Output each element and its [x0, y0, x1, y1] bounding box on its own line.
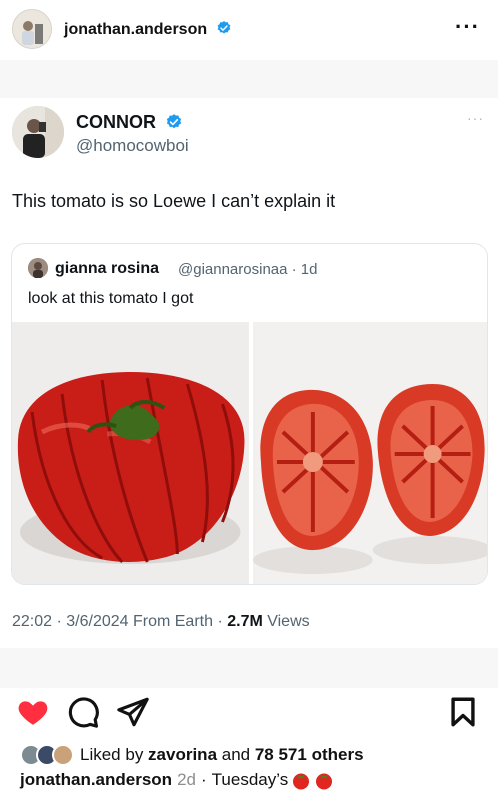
tomato-emoji-icon [316, 773, 333, 790]
quoted-avatar [28, 258, 48, 278]
tomato-whole-photo [12, 322, 249, 584]
tweet-views-label: Views [262, 613, 310, 630]
quoted-images [12, 322, 487, 584]
more-options-icon[interactable]: ··· [455, 14, 480, 40]
quoted-tweet: gianna rosina @giannarosinaa · 1d look a… [11, 243, 488, 585]
tweet-author-name-text: CONNOR [76, 112, 156, 132]
verified-badge-icon [166, 114, 182, 129]
tomato-halves-photo [252, 322, 487, 584]
likes-mid: and [217, 745, 255, 764]
tweet-text: This tomato is so Loewe I can’t explain … [12, 191, 336, 211]
bookmark-icon[interactable] [446, 695, 480, 729]
tweet-author-name: CONNOR [76, 112, 183, 133]
avatar[interactable] [12, 9, 52, 49]
tweet-more-icon: ··· [467, 110, 484, 126]
heart-filled-icon[interactable] [16, 695, 50, 729]
likes-prefix: Liked by [80, 745, 149, 764]
likes-row[interactable]: Liked by zavorina and 78 571 others [20, 742, 364, 768]
caption-separator: · [201, 770, 207, 789]
quoted-author-handle: @giannarosinaa · 1d [178, 261, 318, 278]
liker-avatar [52, 744, 74, 766]
post-image: CONNOR @homocowboi ··· This tomato is so… [0, 60, 498, 688]
send-icon[interactable] [116, 695, 150, 729]
caption-time: 2d [177, 770, 196, 789]
caption-text: Tuesday’s [211, 770, 289, 789]
action-bar [0, 695, 498, 735]
comment-icon[interactable] [66, 695, 100, 729]
post-username[interactable]: jonathan.anderson [64, 20, 232, 39]
liker-avatars [20, 744, 74, 766]
caption-username[interactable]: jonathan.anderson [20, 770, 172, 790]
tweet-timestamp: 22:02 · 3/6/2024 From Earth · [12, 613, 228, 630]
liker-username[interactable]: zavorina [148, 745, 217, 764]
post-header: jonathan.anderson ··· [0, 0, 498, 58]
likes-others[interactable]: 78 571 others [255, 745, 364, 764]
quoted-tweet-text: look at this tomato I got [28, 290, 194, 307]
tweet-views-count: 2.7M [227, 613, 263, 630]
verified-badge-icon [217, 20, 230, 34]
post-username-text[interactable]: jonathan.anderson [64, 21, 207, 38]
tweet-avatar [12, 106, 64, 158]
quoted-author-name: gianna rosina [55, 260, 160, 277]
tomato-emoji-icon [293, 773, 310, 790]
tweet-card: CONNOR @homocowboi ··· This tomato is so… [0, 98, 498, 648]
tweet-author-handle: @homocowboi [76, 136, 189, 155]
likes-text[interactable]: Liked by zavorina and 78 571 others [80, 745, 364, 765]
caption: jonathan.anderson 2d · Tuesday’s [20, 770, 334, 790]
tweet-meta: 22:02 · 3/6/2024 From Earth · 2.7M Views [12, 613, 310, 631]
